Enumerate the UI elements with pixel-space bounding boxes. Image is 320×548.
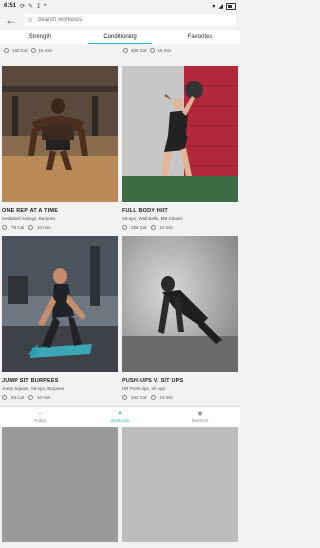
workout-meta: 83 Cal 10 min bbox=[2, 395, 118, 400]
workout-title: PUSH-UPS V. SIT UPS bbox=[122, 378, 184, 384]
workout-calories: 102 Cal bbox=[131, 395, 147, 400]
prev-calories-1: 160 Cal bbox=[12, 47, 28, 53]
status-system-icons: ▾ ◢ bbox=[212, 2, 236, 10]
workout-title: JUMP SIT BURPEES bbox=[2, 378, 59, 384]
nav-workouts[interactable]: ✦ Workouts bbox=[80, 407, 160, 427]
status-time: 6:51 bbox=[4, 3, 17, 9]
status-bar: 6:51 ⟳ ✎ ↧ • ▾ ◢ bbox=[0, 0, 240, 12]
workout-card[interactable]: PUSH-UPS V. SIT UPS HR Push-ups, Sit-ups… bbox=[122, 236, 238, 400]
clock-icon bbox=[150, 395, 156, 400]
back-arrow-icon[interactable]: ← bbox=[4, 14, 18, 26]
workout-exercises: Sit-ups, Wall Balls, MB Cleans bbox=[122, 216, 183, 221]
calories-icon bbox=[122, 225, 127, 230]
workout-image-pushup bbox=[2, 66, 118, 202]
prev-duration-2: 15 min bbox=[157, 47, 172, 53]
workout-title: FULL BODY HIIT bbox=[122, 208, 168, 214]
sync-icon: ⟳ bbox=[20, 3, 26, 10]
workout-title: ONE REP AT A TIME bbox=[2, 208, 59, 214]
workout-image-burpee bbox=[2, 236, 118, 372]
calories-icon bbox=[123, 47, 128, 53]
nutrition-icon: ◉ bbox=[197, 411, 203, 417]
tab-bar: Strength Conditioning Favorites bbox=[0, 30, 240, 44]
status-notification-icons: ⟳ ✎ ↧ • bbox=[20, 3, 46, 10]
dot-icon: • bbox=[44, 2, 47, 9]
clock-icon bbox=[149, 47, 155, 53]
search-input[interactable] bbox=[35, 16, 232, 24]
workout-duration: 10 min bbox=[37, 225, 51, 230]
workout-card[interactable]: FULL BODY HIIT Sit-ups, Wall Balls, MB C… bbox=[122, 66, 238, 230]
calories-icon bbox=[4, 47, 9, 53]
workout-exercises: Kettlebell Swings, Burpees bbox=[2, 216, 56, 221]
calories-icon bbox=[122, 395, 127, 400]
prev-calories-2: 200 Cal bbox=[131, 47, 147, 53]
nav-workouts-label: Workouts bbox=[110, 418, 130, 423]
clock-icon bbox=[28, 395, 34, 400]
tab-favorites[interactable]: Favorites bbox=[160, 30, 240, 44]
workout-calories: 79 Cal bbox=[11, 225, 25, 230]
workout-image-wallball bbox=[122, 66, 238, 202]
workout-exercises: Jump Squats, Sit-ups, Burpees bbox=[2, 386, 65, 391]
nav-nutrition[interactable]: ◉ Nutrition bbox=[160, 407, 240, 427]
workout-duration: 15 min bbox=[159, 395, 174, 400]
nav-today-label: Today bbox=[33, 418, 46, 423]
workout-meta: 102 Cal 15 min bbox=[122, 395, 238, 400]
workout-card[interactable]: ONE REP AT A TIME Kettlebell Swings, Bur… bbox=[2, 66, 118, 230]
workout-calories: 83 Cal bbox=[11, 395, 25, 400]
calories-icon bbox=[2, 225, 7, 230]
battery-icon bbox=[226, 2, 236, 10]
signal-icon: ◢ bbox=[218, 3, 223, 10]
clock-icon bbox=[150, 225, 156, 230]
calories-icon bbox=[2, 395, 7, 400]
top-bar: ← ⚲ bbox=[0, 12, 240, 28]
note-icon: ✎ bbox=[28, 3, 34, 10]
search-icon: ⚲ bbox=[28, 17, 33, 24]
clock-icon bbox=[28, 225, 34, 230]
workout-duration: 10 min bbox=[159, 225, 174, 230]
home-icon: ⌂ bbox=[38, 411, 42, 417]
wifi-icon: ▾ bbox=[212, 3, 216, 10]
workout-meta: 79 Cal 10 min bbox=[2, 225, 118, 230]
workout-exercises: HR Push-ups, Sit-ups bbox=[122, 386, 166, 391]
previous-cards-meta: 160 Cal 15 min 200 Cal 15 min bbox=[0, 44, 240, 56]
nav-today[interactable]: ⌂ Today bbox=[0, 407, 80, 427]
tab-strength[interactable]: Strength bbox=[0, 30, 80, 44]
workout-calories: 106 Cal bbox=[131, 225, 147, 230]
nav-nutrition-label: Nutrition bbox=[191, 418, 209, 423]
download-icon: ↧ bbox=[36, 3, 42, 10]
bottom-nav: ⌂ Today ✦ Workouts ◉ Nutrition bbox=[0, 406, 240, 427]
tab-conditioning[interactable]: Conditioning bbox=[80, 30, 160, 44]
workout-grid: ONE REP AT A TIME Kettlebell Swings, Bur… bbox=[0, 66, 240, 548]
workout-image-pushup-bw bbox=[122, 236, 238, 372]
prev-duration-1: 15 min bbox=[38, 47, 53, 53]
workout-meta: 106 Cal 10 min bbox=[122, 225, 238, 230]
workout-card[interactable]: JUMP SIT BURPEES Jump Squats, Sit-ups, B… bbox=[2, 236, 118, 400]
search-box[interactable]: ⚲ bbox=[24, 14, 236, 26]
workout-duration: 10 min bbox=[37, 395, 51, 400]
workouts-icon: ✦ bbox=[117, 411, 123, 417]
clock-icon bbox=[30, 47, 36, 53]
